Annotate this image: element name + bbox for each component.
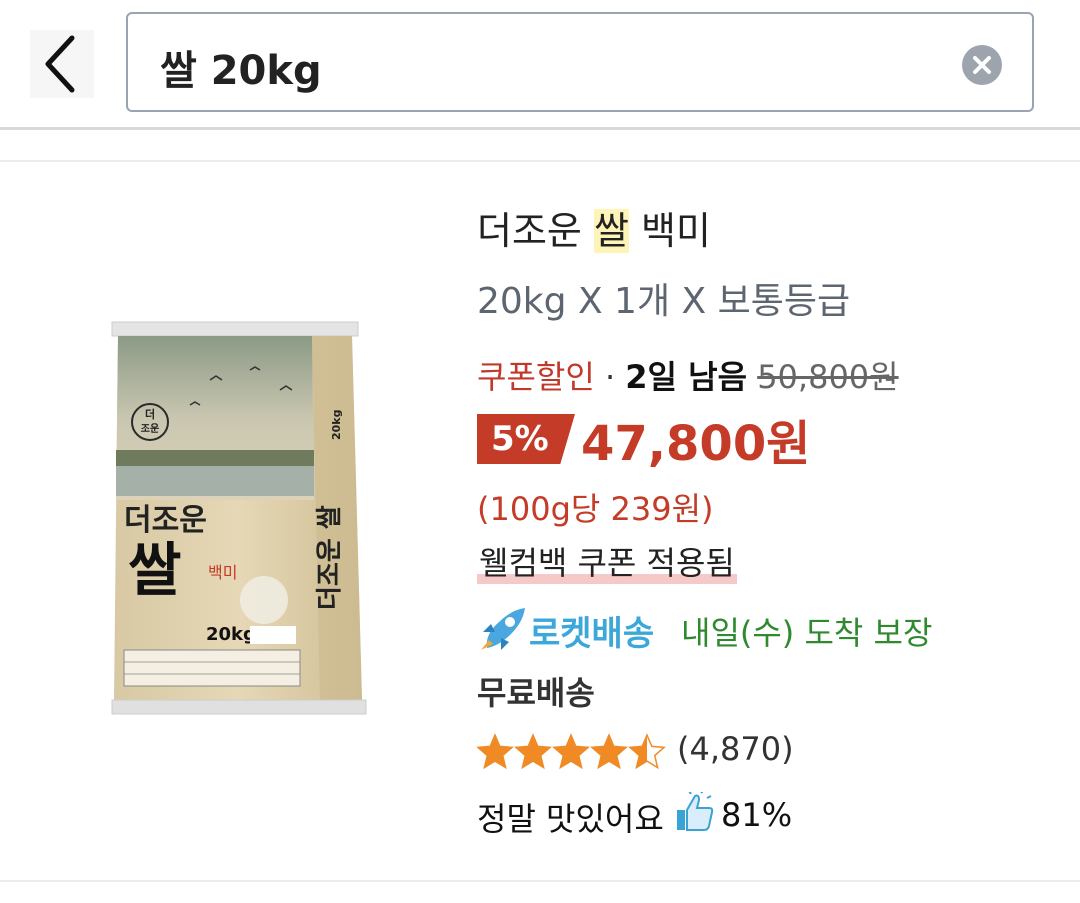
thumbs-up-icon (677, 792, 714, 831)
coupon-row: 쿠폰할인 · 2일 남음 50,800원 (477, 352, 899, 398)
image-side-text: 더조운 쌀 (315, 505, 345, 610)
search-header: 쌀 20kg (0, 0, 1080, 130)
star-rating (477, 733, 666, 770)
taste-label: 정말 맛있어요 (477, 800, 664, 838)
star-icon (514, 733, 552, 770)
sale-price: 47,800원 (581, 416, 811, 472)
logo-text: 더 (145, 407, 155, 421)
taste-percent: 81% (721, 796, 793, 834)
product-option: 20kg X 1개 X 보통등급 (477, 281, 851, 322)
star-icon (628, 733, 666, 770)
coupon-label: 쿠폰할인 (477, 358, 595, 396)
bottom-divider (0, 880, 1080, 882)
header-divider (0, 127, 1080, 130)
search-query[interactable]: 쌀 20kg (160, 38, 322, 96)
clear-search-button[interactable] (962, 45, 1002, 85)
delivery-date: 내일(수) 도착 보장 (681, 614, 933, 652)
original-price: 50,800원 (757, 358, 899, 396)
coupon-applied: 웰컴백 쿠폰 적용됨 (477, 538, 737, 584)
title-highlight: 쌀 (593, 209, 629, 253)
separator: · (604, 358, 616, 396)
rocket-icon (481, 608, 525, 650)
image-name: 쌀 (128, 536, 181, 604)
image-side-weight: 20kg (330, 410, 343, 441)
section-divider (0, 160, 1080, 162)
back-arrow-icon (45, 35, 75, 93)
unit-price: (100g당 239원) (477, 490, 714, 528)
review-count: (4,870) (677, 730, 794, 768)
discount-badge: 5% (477, 414, 575, 464)
image-sub: 백미 (208, 563, 237, 582)
star-icon (477, 733, 514, 770)
search-input[interactable]: 쌀 20kg (126, 12, 1034, 112)
clear-icon (973, 56, 991, 74)
image-brand: 더조운 (124, 503, 207, 538)
svg-text:조운: 조운 (141, 423, 159, 435)
back-button[interactable] (30, 30, 94, 98)
product-image[interactable]: 더 조운 더조운 쌀 백미 20kg 더조운 쌀 20kg (100, 310, 400, 740)
image-weight: 20kg (206, 624, 256, 645)
product-title[interactable]: 더조운 쌀 백미 (477, 200, 711, 255)
days-left: 2일 남음 (625, 358, 748, 396)
free-shipping: 무료배송 (477, 674, 595, 712)
rocket-delivery-label: 로켓배송 (529, 614, 655, 654)
star-icon (590, 733, 628, 770)
star-icon (552, 733, 590, 770)
